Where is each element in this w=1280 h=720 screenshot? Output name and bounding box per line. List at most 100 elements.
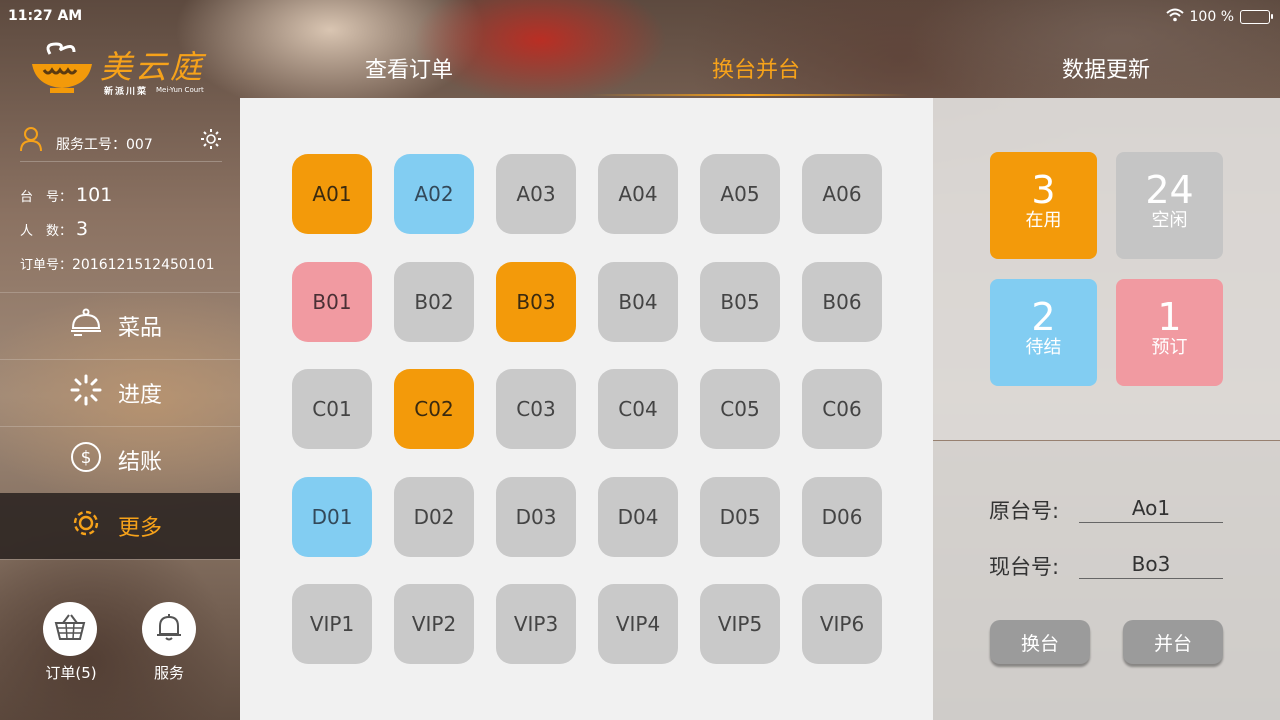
brand-subtitle-cn: 新派川菜	[104, 87, 149, 97]
menu-checkout-label: 结账	[118, 450, 163, 475]
original-table-field[interactable]: Ao1	[1079, 496, 1223, 523]
stat-reserved-count: 1	[1157, 295, 1182, 339]
table-tile-b03[interactable]: B03	[496, 262, 576, 342]
status-bar: 11:27 AM 100 %	[0, 0, 1280, 34]
table-tile-c03[interactable]: C03	[496, 369, 576, 449]
brand-title: 美云庭	[100, 48, 206, 86]
table-tile-a05[interactable]: A05	[700, 154, 780, 234]
stat-in-use[interactable]: 3 在用	[990, 152, 1097, 259]
people-count-value: 3	[76, 218, 89, 240]
divider	[0, 559, 240, 560]
battery-percent: 100 %	[1189, 9, 1234, 25]
stat-idle-label: 空闲	[1151, 210, 1188, 231]
table-tile-d06[interactable]: D06	[802, 477, 882, 557]
table-tile-b04[interactable]: B04	[598, 262, 678, 342]
table-tile-b01[interactable]: B01	[292, 262, 372, 342]
table-tile-c04[interactable]: C04	[598, 369, 678, 449]
stat-pending[interactable]: 2 待结	[990, 279, 1097, 386]
menu-dishes[interactable]: 菜品	[0, 293, 240, 359]
stat-idle[interactable]: 24 空闲	[1116, 152, 1223, 259]
service-button[interactable]	[142, 602, 196, 656]
table-tile-a06[interactable]: A06	[802, 154, 882, 234]
stat-idle-count: 24	[1145, 168, 1194, 212]
table-tile-d02[interactable]: D02	[394, 477, 474, 557]
sidebar: 服务工号：007 台 号： 101 人 数： 3 订单号：2016121512450…	[0, 98, 240, 720]
table-tile-a03[interactable]: A03	[496, 154, 576, 234]
table-tile-vip5[interactable]: VIP5	[700, 584, 780, 664]
status-time: 11:27 AM	[8, 8, 83, 24]
settings-gear-icon[interactable]	[200, 128, 222, 154]
table-tile-vip6[interactable]: VIP6	[802, 584, 882, 664]
top-tabs: 查看订单 换台并台 数据更新	[240, 34, 1280, 96]
menu-checkout[interactable]: $ 结账	[0, 427, 240, 493]
table-tile-b05[interactable]: B05	[700, 262, 780, 342]
tab-data-update[interactable]: 数据更新	[1062, 52, 1150, 84]
stat-in-use-count: 3	[1031, 168, 1056, 212]
table-grid: A01 A02 A03 A04 A05 A06 B01 B02 B03 B04 B05 B06 C01 C…	[240, 98, 933, 720]
people-count-label: 人 数：	[20, 224, 73, 239]
transfer-form: 原台号: Ao1 现台号: Bo3 换台 并台	[933, 441, 1280, 720]
table-tile-c06[interactable]: C06	[802, 369, 882, 449]
stat-pending-label: 待结	[1025, 337, 1062, 358]
table-tile-d04[interactable]: D04	[598, 477, 678, 557]
order-number-row: 订单号：2016121512450101	[20, 254, 215, 273]
staff-id: 服务工号：007	[56, 137, 153, 153]
order-number-label: 订单号：	[20, 258, 73, 273]
table-tile-b02[interactable]: B02	[394, 262, 474, 342]
orders-button[interactable]	[43, 602, 97, 656]
table-tile-a01[interactable]: A01	[292, 154, 372, 234]
wifi-icon	[1165, 8, 1184, 26]
original-table-label: 原台号:	[989, 499, 1060, 523]
table-tile-d03[interactable]: D03	[496, 477, 576, 557]
user-icon	[20, 126, 42, 156]
table-tile-c05[interactable]: C05	[700, 369, 780, 449]
menu-progress[interactable]: 进度	[0, 360, 240, 426]
menu-progress-label: 进度	[118, 383, 163, 408]
menu-dishes-label: 菜品	[118, 316, 163, 341]
table-tile-d01[interactable]: D01	[292, 477, 372, 557]
brand-subtitle-en: Mei-Yun Court	[156, 86, 204, 94]
current-table-field[interactable]: Bo3	[1079, 552, 1223, 579]
menu-more-label: 更多	[118, 516, 163, 541]
table-number-row: 台 号： 101	[20, 184, 112, 206]
bell-icon	[155, 612, 183, 646]
tab-change-merge-table[interactable]: 换台并台	[712, 52, 800, 84]
table-tile-c01[interactable]: C01	[292, 369, 372, 449]
menu-more[interactable]: 更多	[0, 493, 240, 559]
tab-view-orders[interactable]: 查看订单	[365, 52, 453, 84]
table-tile-b06[interactable]: B06	[802, 262, 882, 342]
table-number-label: 台 号：	[20, 190, 73, 205]
current-table-label: 现台号:	[989, 555, 1060, 579]
cloche-icon	[70, 308, 118, 344]
status-right: 100 %	[1165, 8, 1273, 26]
table-tile-a04[interactable]: A04	[598, 154, 678, 234]
stat-reserved[interactable]: 1 预订	[1116, 279, 1223, 386]
active-tab-indicator	[590, 94, 910, 96]
dollar-icon: $	[70, 441, 118, 479]
service-label: 服务	[153, 664, 184, 682]
svg-text:$: $	[81, 448, 92, 468]
table-tile-a02[interactable]: A02	[394, 154, 474, 234]
staff-row: 服务工号：007	[20, 126, 222, 162]
table-tile-d05[interactable]: D05	[700, 477, 780, 557]
stat-in-use-label: 在用	[1025, 210, 1062, 231]
stat-pending-count: 2	[1031, 295, 1056, 339]
table-number-value: 101	[76, 184, 113, 206]
order-number-value: 2016121512450101	[72, 257, 215, 273]
people-count-row: 人 数： 3	[20, 218, 88, 240]
table-tile-vip3[interactable]: VIP3	[496, 584, 576, 664]
gear-icon	[70, 507, 118, 545]
table-tile-vip2[interactable]: VIP2	[394, 584, 474, 664]
brand-logo: 美云庭 新派川菜 Mei-Yun Court	[30, 34, 220, 98]
table-tile-vip1[interactable]: VIP1	[292, 584, 372, 664]
basket-icon	[54, 613, 86, 645]
table-tile-c02[interactable]: C02	[394, 369, 474, 449]
merge-table-button[interactable]: 并台	[1123, 620, 1223, 664]
status-summary: 3 在用 24 空闲 2 待结 1 预订	[933, 98, 1280, 440]
battery-icon	[1240, 10, 1273, 24]
spinner-icon	[70, 374, 118, 412]
bowl-icon	[30, 40, 94, 100]
stat-reserved-label: 预订	[1151, 337, 1188, 358]
table-tile-vip4[interactable]: VIP4	[598, 584, 678, 664]
swap-table-button[interactable]: 换台	[990, 620, 1090, 664]
